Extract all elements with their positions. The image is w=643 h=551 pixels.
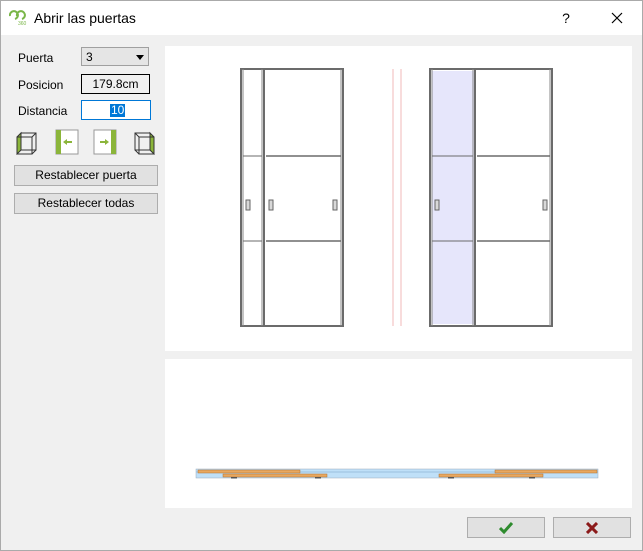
front-view-panel bbox=[165, 46, 632, 351]
distancia-input[interactable]: 10 bbox=[81, 100, 151, 120]
move-right-icon[interactable] bbox=[93, 129, 117, 155]
handle-icon bbox=[434, 199, 440, 211]
title-bar: 360 Abrir las puertas ? bbox=[1, 1, 642, 35]
posicion-label: Posicion bbox=[18, 78, 64, 92]
handle-icon bbox=[245, 199, 251, 211]
top-view-panel bbox=[165, 359, 632, 508]
handle-icon bbox=[542, 199, 548, 211]
chevron-down-icon bbox=[136, 55, 144, 60]
move-left-icon[interactable] bbox=[55, 129, 79, 155]
x-icon bbox=[586, 521, 598, 534]
posicion-value: 179.8cm bbox=[81, 74, 150, 94]
cancel-button[interactable] bbox=[553, 517, 631, 538]
handle-icon bbox=[332, 199, 338, 211]
check-icon bbox=[499, 521, 513, 534]
handle-icon bbox=[268, 199, 274, 211]
reset-all-button[interactable]: Restablecer todas bbox=[14, 193, 158, 214]
puerta-label: Puerta bbox=[18, 51, 54, 65]
app-logo-icon: 360 bbox=[9, 10, 27, 26]
reset-door-button[interactable]: Restablecer puerta bbox=[14, 165, 158, 186]
puerta-value: 3 bbox=[86, 50, 93, 64]
left-wardrobe bbox=[240, 68, 344, 327]
close-button[interactable] bbox=[597, 1, 637, 35]
cube-left-view-icon[interactable] bbox=[16, 129, 40, 155]
svg-text:360: 360 bbox=[18, 21, 27, 26]
help-label: ? bbox=[562, 10, 570, 26]
close-icon bbox=[611, 12, 623, 24]
distancia-label: Distancia bbox=[18, 104, 68, 118]
cube-right-view-icon[interactable] bbox=[131, 129, 155, 155]
front-view-drawing bbox=[240, 68, 553, 327]
right-wardrobe bbox=[429, 68, 553, 327]
distancia-value: 10 bbox=[110, 103, 126, 117]
puerta-select[interactable]: 3 bbox=[81, 47, 149, 66]
top-view-drawing bbox=[195, 468, 599, 479]
window-title: Abrir las puertas bbox=[34, 10, 136, 26]
ok-button[interactable] bbox=[467, 517, 545, 538]
dialog-window: 360 Abrir las puertas ? Puerta 3 Posicio… bbox=[0, 0, 643, 551]
help-button[interactable]: ? bbox=[549, 1, 583, 35]
